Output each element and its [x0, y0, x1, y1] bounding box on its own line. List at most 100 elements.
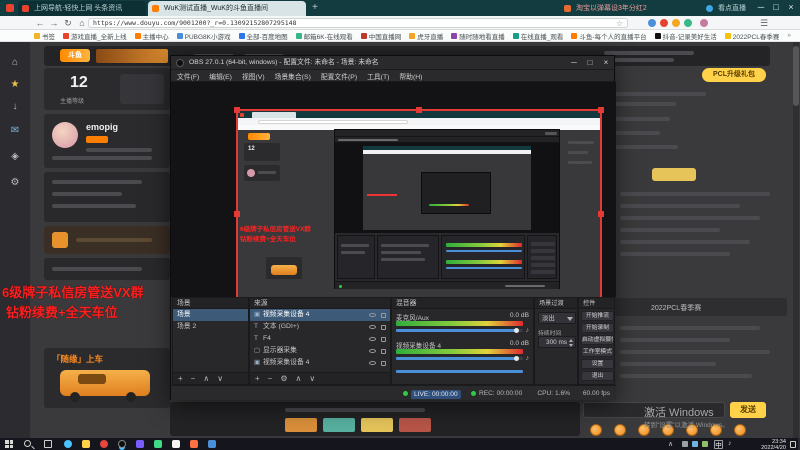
taskbar-app-icon[interactable]	[136, 440, 144, 448]
speaker-icon[interactable]: ♪	[526, 355, 530, 362]
bookmark-item[interactable]: 主播中心	[134, 31, 169, 41]
visibility-eye-icon[interactable]	[369, 313, 376, 317]
bookmark-item[interactable]: 虎牙直播	[409, 31, 443, 41]
lock-icon[interactable]	[381, 312, 386, 318]
taskbar-app-icon[interactable]	[172, 440, 180, 448]
tab-douyu-stream[interactable]: WuK测试直播_WuK的斗鱼直播间	[148, 1, 306, 16]
bookmark-item[interactable]: 斗鱼-每个人的直播平台	[571, 31, 647, 41]
exit-button[interactable]: 退出	[581, 371, 614, 381]
resize-handle[interactable]	[234, 211, 240, 217]
scene-item[interactable]: 场景 2	[173, 321, 248, 333]
extension-icon[interactable]	[648, 19, 656, 27]
resize-handle[interactable]	[416, 107, 422, 113]
gift-icon[interactable]	[590, 424, 602, 436]
taskbar-app-obs[interactable]	[118, 440, 126, 448]
page-scrollbar[interactable]	[793, 42, 799, 438]
bookmark-item[interactable]: 中国直播网	[360, 31, 401, 41]
taskbar-app-icon[interactable]	[208, 440, 216, 448]
obs-title-bar[interactable]: OBS 27.0.1 (64-bit, windows) - 配置文件: 未命名…	[171, 56, 614, 70]
start-button[interactable]	[5, 440, 13, 448]
bookmark-item[interactable]: PUBG8K小游戏	[176, 31, 231, 41]
bookmark-item[interactable]: 在线直播_观看	[512, 31, 563, 41]
virtual-camera-button[interactable]: 启动虚拟摄像机	[581, 335, 614, 345]
rank-row[interactable]	[586, 114, 786, 126]
ride-car-card[interactable]: 「随缘」上车	[44, 348, 170, 408]
bookmark-item[interactable]: 抖音-记录美好生活	[654, 31, 717, 41]
lock-icon[interactable]	[381, 348, 386, 354]
remove-scene-icon[interactable]: −	[191, 374, 196, 384]
bookmarks-overflow-icon[interactable]: »	[787, 32, 791, 39]
bookmark-star-icon[interactable]: ☆	[616, 19, 623, 28]
avatar[interactable]	[52, 122, 78, 148]
source-up-icon[interactable]: ∧	[296, 374, 302, 384]
resize-handle[interactable]	[598, 211, 604, 217]
window-close-icon[interactable]: ×	[784, 2, 798, 12]
volume-slider[interactable]	[396, 370, 523, 373]
studio-mode-button[interactable]: 工作室模式	[581, 347, 614, 357]
source-item[interactable]: ▣ 视频采集设备 4	[250, 357, 390, 369]
controls-dock-title[interactable]: 控件	[579, 298, 614, 309]
sources-dock-title[interactable]: 来源	[250, 298, 390, 309]
search-icon[interactable]	[24, 440, 35, 450]
obs-maximize-icon[interactable]: □	[582, 56, 598, 69]
taskbar-app-explorer[interactable]	[82, 440, 90, 448]
tray-icon[interactable]	[682, 441, 688, 447]
ime-indicator[interactable]: 中	[714, 439, 723, 449]
favorites-icon[interactable]: ★	[8, 78, 22, 92]
menu-profile[interactable]: 配置文件(P)	[321, 71, 357, 81]
volume-slider[interactable]	[396, 328, 523, 333]
scene-up-icon[interactable]: ∧	[203, 374, 209, 384]
settings-button[interactable]: 设置	[581, 359, 614, 369]
refresh-icon[interactable]: ↻	[62, 18, 74, 28]
lock-icon[interactable]	[381, 324, 386, 330]
obs-close-icon[interactable]: ×	[598, 56, 614, 69]
visibility-eye-icon[interactable]	[369, 349, 376, 353]
header-banner[interactable]	[96, 49, 168, 63]
transition-select[interactable]: 淡出	[538, 312, 576, 324]
tray-icon[interactable]	[692, 441, 698, 447]
resize-handle[interactable]	[598, 107, 604, 113]
mail-icon[interactable]: ✉	[8, 124, 22, 138]
bookmark-item[interactable]: 2022PCL春季赛	[724, 31, 779, 41]
menu-file[interactable]: 文件(F)	[177, 71, 199, 81]
bookmark-item[interactable]: 随时随地看直播	[451, 31, 505, 41]
taskbar-app-icon[interactable]	[154, 440, 162, 448]
mixer-dock-title[interactable]: 混音器	[392, 298, 533, 309]
source-down-icon[interactable]: ∨	[309, 374, 315, 384]
send-button[interactable]: 发送	[730, 402, 766, 418]
source-properties-icon[interactable]: ⚙	[280, 374, 287, 384]
slider-knob[interactable]	[514, 356, 519, 361]
display-capture-source[interactable]: 12 6级牌子私信房管送VX群 钻粉续费+全天车位	[234, 107, 604, 297]
source-item[interactable]: ▣ 视频采集设备 4	[250, 309, 390, 321]
forward-icon[interactable]: →	[48, 18, 60, 28]
profile-avatar[interactable]	[700, 19, 708, 27]
speaker-icon[interactable]: ♪	[526, 327, 530, 334]
settings-icon[interactable]: ⚙	[8, 176, 22, 190]
gift-icon[interactable]	[734, 424, 746, 436]
back-icon[interactable]: ←	[34, 18, 46, 28]
gift-icon[interactable]	[614, 424, 626, 436]
lock-icon[interactable]	[381, 360, 386, 366]
rank-row[interactable]	[586, 128, 786, 140]
taskbar-clock[interactable]: 23:34 2022/4/20	[738, 438, 786, 450]
taskbar-app-chrome[interactable]	[100, 440, 108, 448]
window-minimize-icon[interactable]: ─	[754, 2, 768, 12]
tray-up-arrow-icon[interactable]: ∧	[668, 440, 673, 448]
menu-tools[interactable]: 工具(T)	[367, 71, 389, 81]
volume-icon[interactable]: ♪	[728, 440, 732, 447]
tab-nav-portal[interactable]: 上网导航-轻快上网 头条资讯	[18, 1, 146, 16]
notification-center-icon[interactable]	[790, 440, 796, 448]
extension-icon[interactable]	[672, 19, 680, 27]
fan-group-box[interactable]	[120, 74, 164, 104]
remove-source-icon[interactable]: −	[268, 374, 273, 384]
source-item[interactable]: T 文本 (GDI+)	[250, 321, 390, 333]
gift-icon[interactable]	[52, 232, 68, 248]
apps-icon[interactable]: ◈	[8, 150, 22, 164]
thumb[interactable]	[361, 418, 393, 432]
tray-icon[interactable]	[702, 441, 708, 447]
spinner-up-icon[interactable]	[569, 339, 573, 342]
thumb[interactable]	[399, 418, 431, 432]
tab-kandian-live[interactable]: 看点直播	[702, 1, 750, 16]
thumb[interactable]	[323, 418, 355, 432]
lock-icon[interactable]	[381, 336, 386, 342]
